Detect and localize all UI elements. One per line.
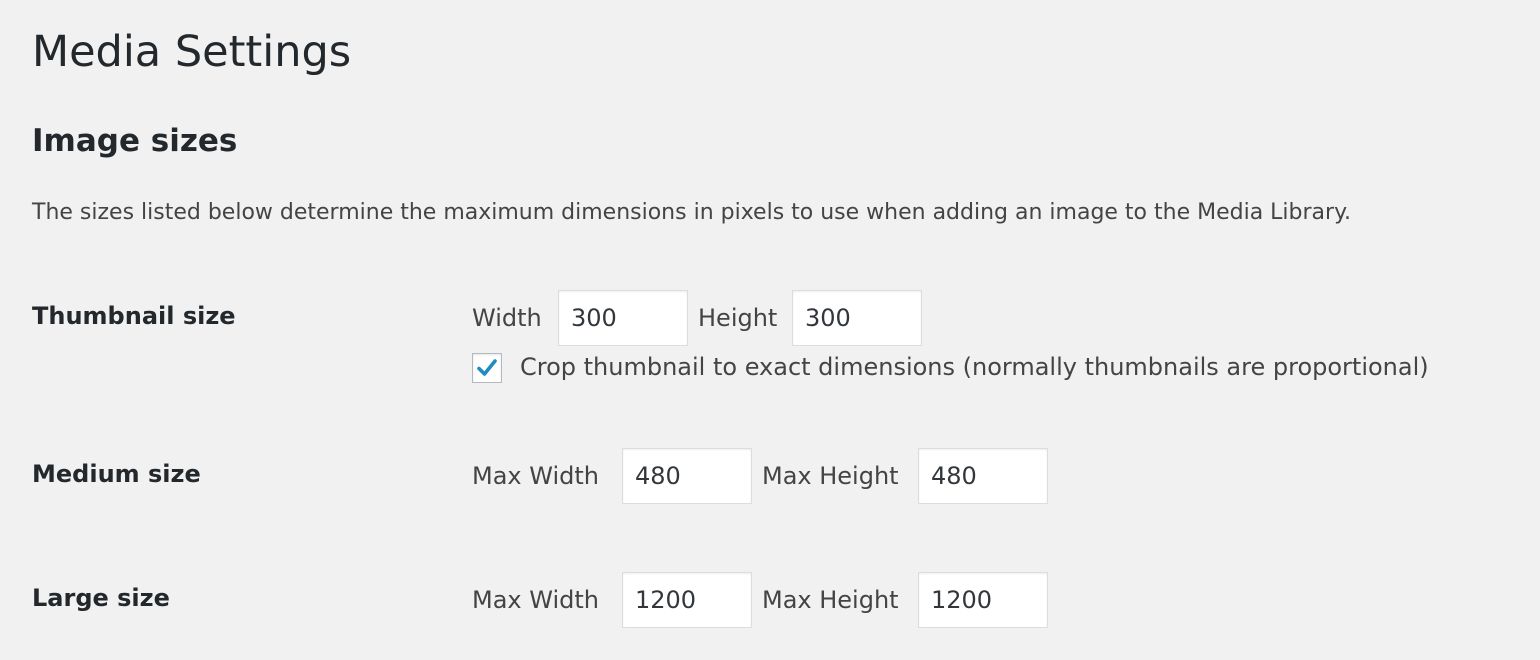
medium-size-label: Medium size [32,460,201,488]
thumbnail-height-label: Height [698,304,778,332]
crop-thumbnail-label[interactable]: Crop thumbnail to exact dimensions (norm… [520,350,1429,384]
thumbnail-width-label: Width [472,304,542,332]
medium-max-height-label: Max Height [762,462,899,490]
thumbnail-width-input[interactable] [558,290,688,346]
section-title-image-sizes: Image sizes [32,123,238,159]
checkmark-icon [477,359,497,376]
page-title: Media Settings [32,27,352,77]
image-sizes-description: The sizes listed below determine the max… [32,200,1351,225]
large-max-width-input[interactable] [622,572,752,628]
large-size-label: Large size [32,584,170,612]
large-max-height-label: Max Height [762,586,899,614]
crop-thumbnail-checkbox[interactable] [472,353,502,383]
thumbnail-height-input[interactable] [792,290,922,346]
medium-max-width-label: Max Width [472,462,599,490]
media-settings-page: Media Settings Image sizes The sizes lis… [0,0,1540,660]
thumbnail-size-label: Thumbnail size [32,302,236,330]
medium-max-width-input[interactable] [622,448,752,504]
medium-max-height-input[interactable] [918,448,1048,504]
large-max-width-label: Max Width [472,586,599,614]
large-max-height-input[interactable] [918,572,1048,628]
